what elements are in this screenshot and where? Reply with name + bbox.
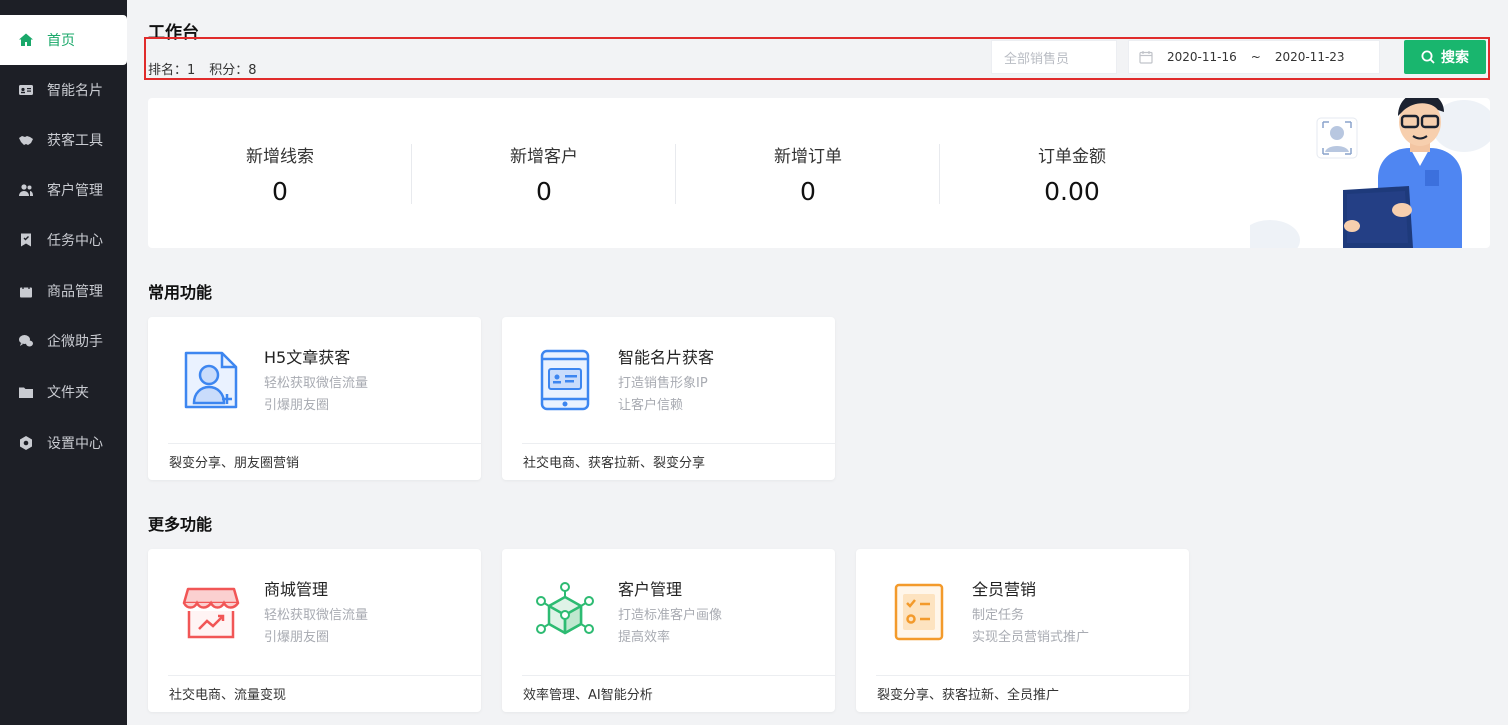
calendar-icon xyxy=(1139,51,1153,64)
card-desc-line: 引爆朋友圈 xyxy=(264,630,330,645)
stat-value: 0.00 xyxy=(1044,177,1100,206)
card-footer: 裂变分享、朋友圈营销 xyxy=(169,456,300,471)
card-description: 打造销售形象IP 让客户信赖 xyxy=(618,373,708,417)
date-end[interactable]: 2020-11-23 xyxy=(1275,50,1345,64)
sidebar-item-label: 企微助手 xyxy=(47,334,103,350)
search-icon xyxy=(1421,50,1435,64)
folder-icon xyxy=(17,383,35,401)
sidebar-item-label: 获客工具 xyxy=(47,133,103,149)
cube-network-icon xyxy=(536,582,594,635)
more-functions-title: 更多功能 xyxy=(148,515,213,534)
card-description: 轻松获取微信流量 引爆朋友圈 xyxy=(264,373,368,417)
card-divider xyxy=(876,675,1189,676)
stat-value: 0 xyxy=(272,177,288,206)
date-range-picker[interactable]: 2020-11-16 ~ 2020-11-23 xyxy=(1128,40,1380,74)
stat-label: 新增线索 xyxy=(246,147,314,167)
card-title: 全员营销 xyxy=(972,580,1037,599)
card-description: 打造标准客户画像 提高效率 xyxy=(618,605,722,649)
card-footer: 社交电商、流量变现 xyxy=(169,688,287,703)
card-desc-line: 实现全员营销式推广 xyxy=(972,630,1090,645)
card-divider xyxy=(522,443,835,444)
card-customer-management[interactable]: 客户管理 打造标准客户画像 提高效率 效率管理、AI智能分析 xyxy=(502,549,835,712)
sidebar-item-folders[interactable]: 文件夹 xyxy=(0,367,127,417)
date-separator: ~ xyxy=(1250,50,1261,64)
card-description: 轻松获取微信流量 引爆朋友圈 xyxy=(264,605,368,649)
card-divider xyxy=(522,675,835,676)
users-icon xyxy=(17,181,35,199)
card-title: 客户管理 xyxy=(618,580,683,599)
sidebar-item-label: 客户管理 xyxy=(47,183,103,199)
settings-hexagon-icon xyxy=(17,434,35,452)
card-all-staff-marketing[interactable]: 全员营销 制定任务 实现全员营销式推广 裂变分享、获客拉新、全员推广 xyxy=(856,549,1189,712)
card-store-management[interactable]: 商城管理 轻松获取微信流量 引爆朋友圈 社交电商、流量变现 xyxy=(148,549,481,712)
card-footer: 社交电商、获客拉新、裂变分享 xyxy=(523,456,706,471)
stats-panel: 新增线索 0 新增客户 0 新增订单 0 订单金额 0.00 xyxy=(148,98,1490,248)
sidebar-item-customers[interactable]: 客户管理 xyxy=(0,165,127,215)
date-start[interactable]: 2020-11-16 xyxy=(1167,50,1237,64)
card-desc-line: 打造标准客户画像 xyxy=(618,608,723,623)
sidebar-item-home[interactable]: 首页 xyxy=(0,15,127,65)
sidebar-item-tasks[interactable]: 任务中心 xyxy=(0,215,127,265)
sidebar: 首页 智能名片 获客工具 客户管理 任务中心 商品管理 企微助手 文件夹 设置中… xyxy=(0,0,127,725)
stat-value: 0 xyxy=(536,177,552,206)
card-desc-line: 提高效率 xyxy=(618,630,671,645)
sidebar-item-label: 商品管理 xyxy=(47,284,103,300)
card-divider xyxy=(168,443,481,444)
article-user-icon xyxy=(184,351,238,409)
stat-label: 订单金额 xyxy=(1038,147,1106,167)
card-desc-line: 打造销售形象IP xyxy=(618,376,708,391)
stat-value: 0 xyxy=(800,177,816,206)
card-footer: 效率管理、AI智能分析 xyxy=(523,688,653,703)
sidebar-item-settings[interactable]: 设置中心 xyxy=(0,418,127,468)
card-footer: 裂变分享、获客拉新、全员推广 xyxy=(877,688,1060,703)
card-desc-line: 引爆朋友圈 xyxy=(264,398,330,413)
chat-bubbles-icon xyxy=(17,332,35,350)
search-button-label: 搜索 xyxy=(1441,50,1469,66)
card-description: 制定任务 实现全员营销式推广 xyxy=(972,605,1089,649)
store-icon xyxy=(182,587,240,639)
sidebar-item-label: 文件夹 xyxy=(47,385,89,401)
card-desc-line: 制定任务 xyxy=(972,608,1025,623)
sidebar-item-products[interactable]: 商品管理 xyxy=(0,266,127,316)
card-desc-line: 轻松获取微信流量 xyxy=(264,608,369,623)
stat-label: 新增客户 xyxy=(510,147,578,167)
tablet-card-icon xyxy=(540,349,590,411)
id-card-icon xyxy=(17,81,35,99)
card-desc-line: 轻松获取微信流量 xyxy=(264,376,369,391)
card-title: 商城管理 xyxy=(264,580,329,599)
sidebar-item-smart-card[interactable]: 智能名片 xyxy=(0,65,127,115)
common-functions-title: 常用功能 xyxy=(148,283,213,302)
checklist-icon xyxy=(894,583,944,641)
home-icon xyxy=(17,31,35,49)
seller-select-placeholder: 全部销售员 xyxy=(1004,51,1070,67)
shopping-bag-icon xyxy=(17,282,35,300)
sidebar-item-acquire-tools[interactable]: 获客工具 xyxy=(0,115,127,165)
stat-new-leads: 新增线索 0 xyxy=(148,142,412,206)
card-title: H5文章获客 xyxy=(264,348,351,367)
points-text: 积分：8 xyxy=(209,63,257,78)
rank-points: 排名：1 积分：8 xyxy=(148,59,271,78)
salesman-illustration xyxy=(1250,98,1490,248)
sidebar-item-wecom-assistant[interactable]: 企微助手 xyxy=(0,316,127,366)
bookmark-icon xyxy=(17,231,35,249)
card-title: 智能名片获客 xyxy=(618,348,715,367)
rank-text: 排名：1 xyxy=(148,63,196,78)
seller-select[interactable]: 全部销售员 xyxy=(991,40,1117,74)
stat-new-orders: 新增订单 0 xyxy=(676,142,940,206)
stat-label: 新增订单 xyxy=(774,147,842,167)
sidebar-item-label: 任务中心 xyxy=(47,233,103,249)
sidebar-item-label: 设置中心 xyxy=(47,436,103,452)
card-divider xyxy=(168,675,481,676)
stat-new-customers: 新增客户 0 xyxy=(412,142,676,206)
sidebar-item-label: 首页 xyxy=(47,33,75,49)
card-desc-line: 让客户信赖 xyxy=(618,398,684,413)
card-smart-card[interactable]: 智能名片获客 打造销售形象IP 让客户信赖 社交电商、获客拉新、裂变分享 xyxy=(502,317,835,480)
sidebar-item-label: 智能名片 xyxy=(47,83,103,99)
search-button[interactable]: 搜索 xyxy=(1404,40,1486,74)
card-h5-article[interactable]: H5文章获客 轻松获取微信流量 引爆朋友圈 裂变分享、朋友圈营销 xyxy=(148,317,481,480)
handshake-icon xyxy=(17,131,35,149)
stat-order-amount: 订单金额 0.00 xyxy=(940,142,1204,206)
